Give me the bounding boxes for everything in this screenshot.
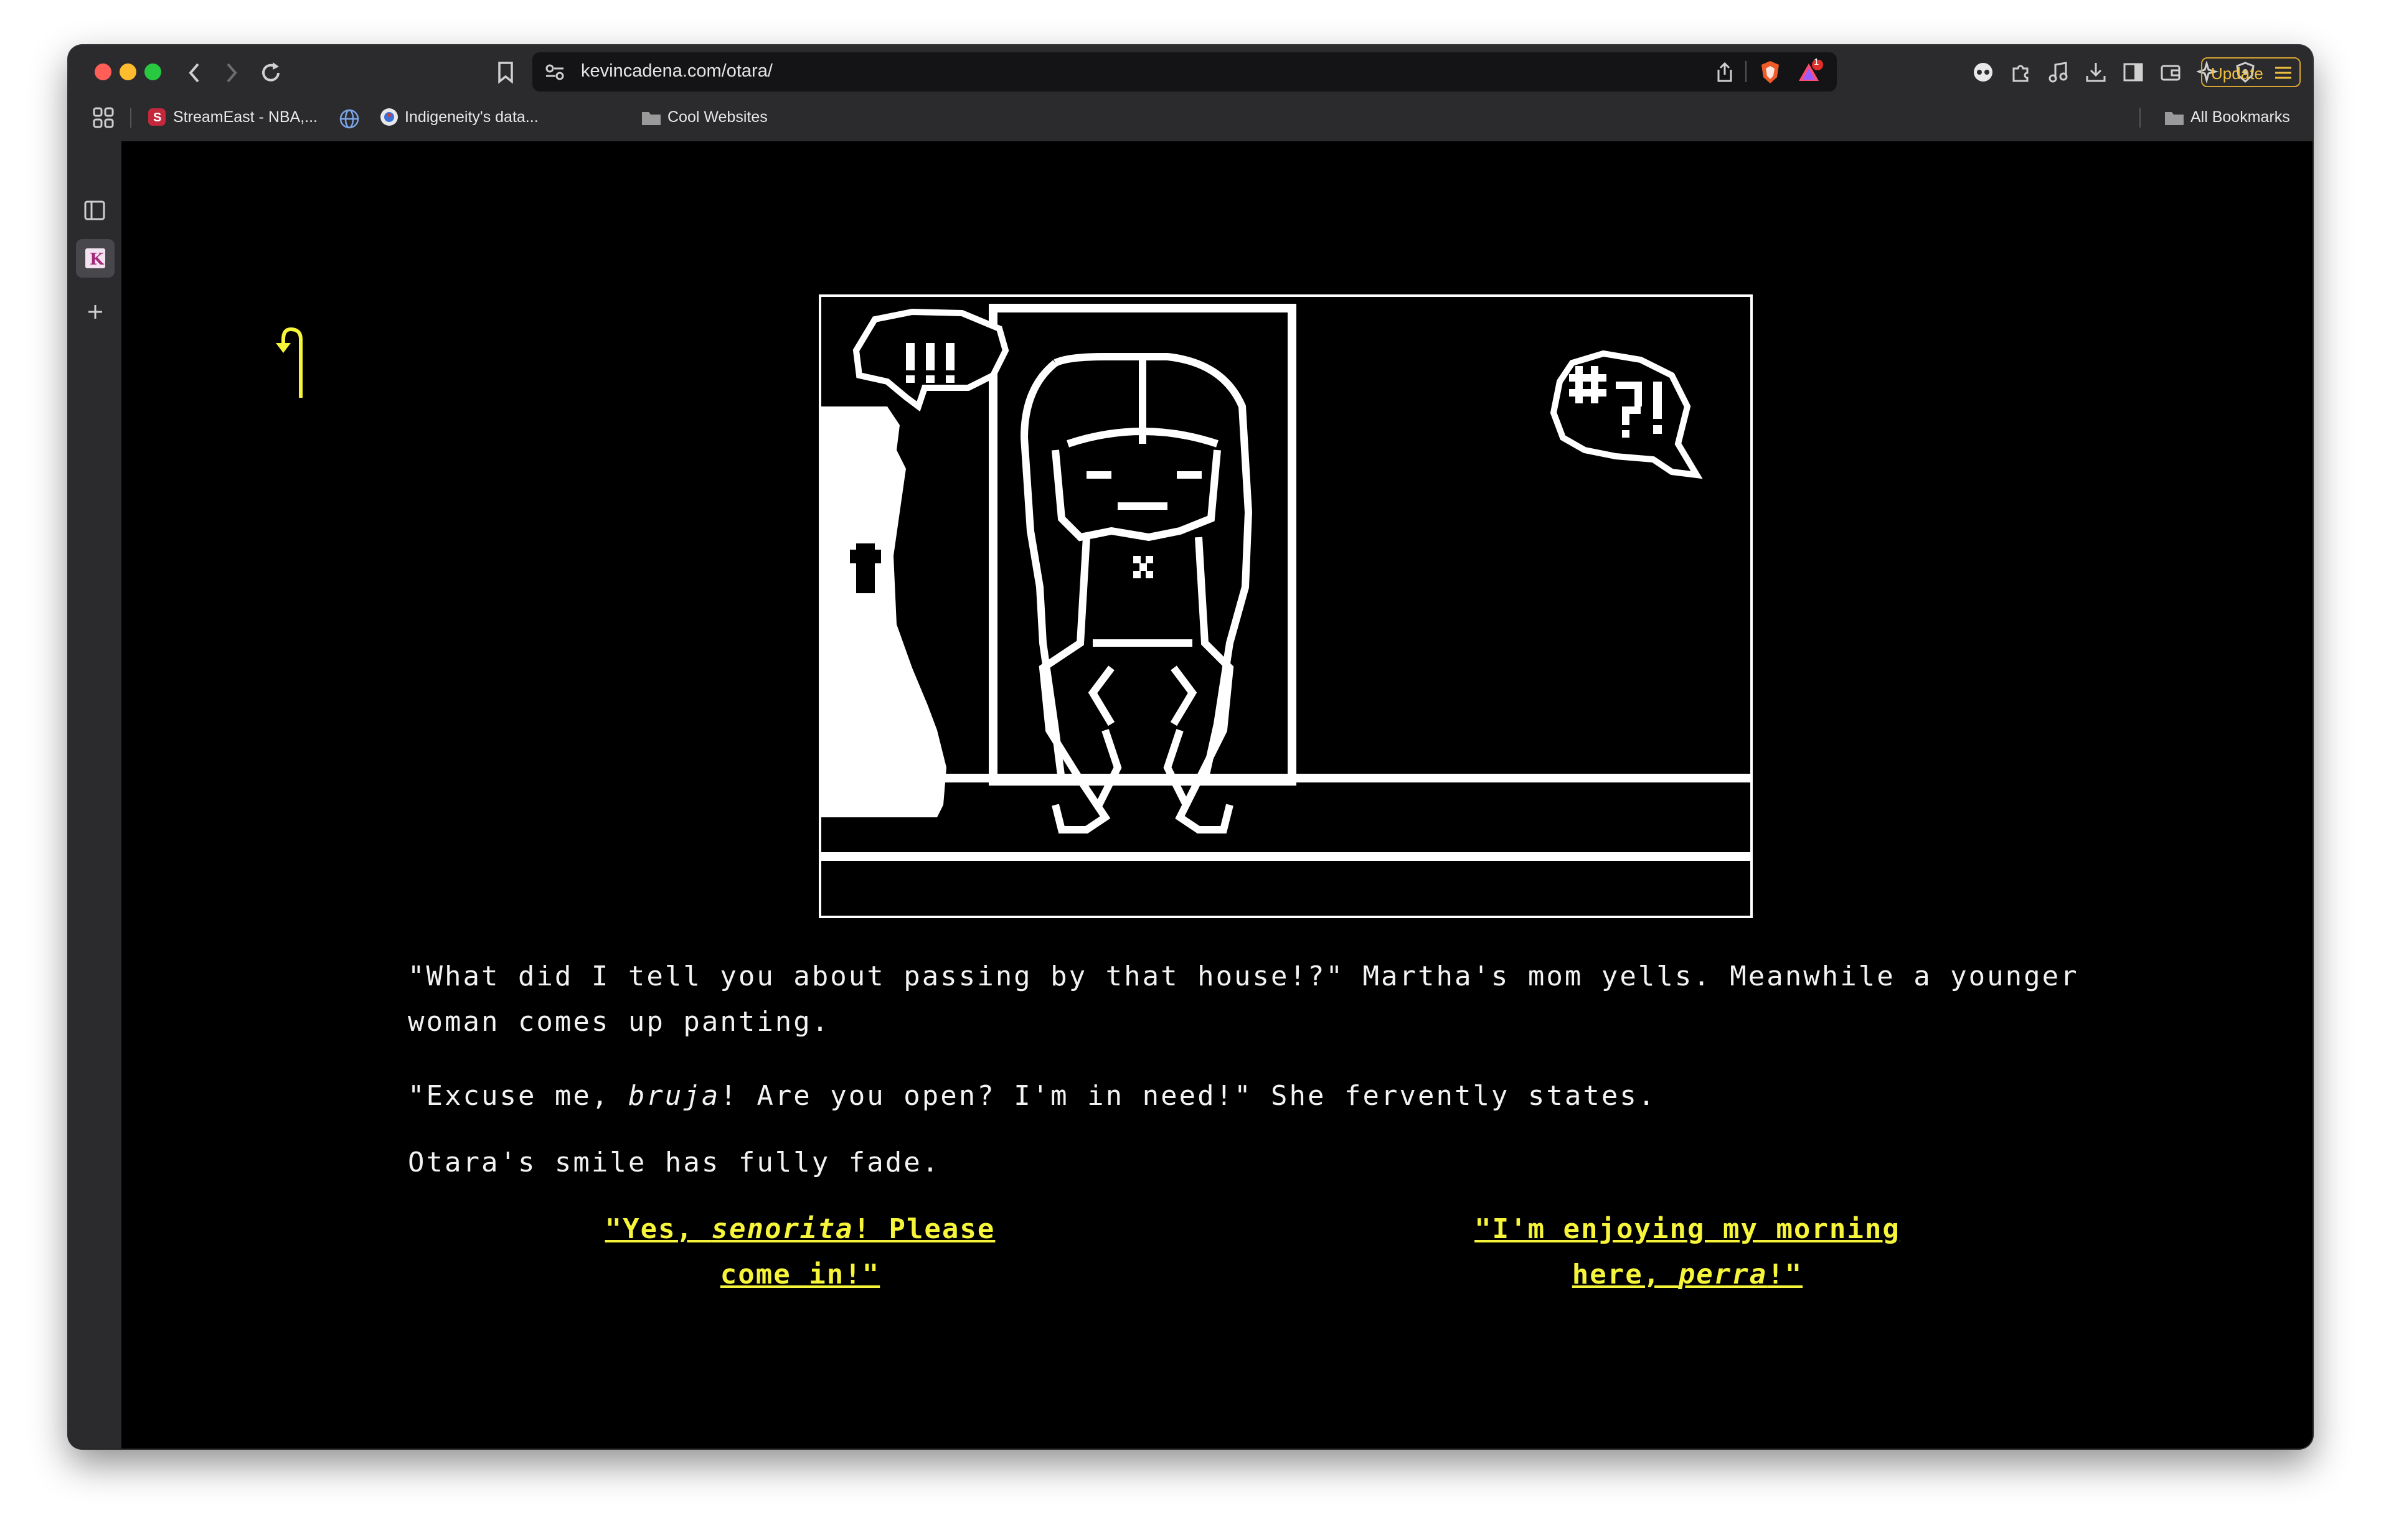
paragraph-emphasis: bruja	[628, 1080, 720, 1112]
story-paragraph-1: "What did I tell you about passing by th…	[408, 960, 2079, 1038]
choice-link-refuse[interactable]: "I'm enjoying my morning here, perra!"	[1469, 1206, 1905, 1297]
divider	[2139, 108, 2141, 128]
folder-icon	[2165, 112, 2184, 125]
notification-badge: 1	[1814, 57, 1819, 67]
url-text[interactable]: kevincadena.com/otara/	[581, 61, 773, 82]
browser-toolbar: kevincadena.com/otara/ 1 Update S Stream…	[68, 45, 2313, 141]
back-arrow-icon[interactable]	[265, 322, 314, 409]
streameast-icon: S	[148, 108, 166, 126]
address-bar[interactable]: kevincadena.com/otara/ 1	[532, 52, 1837, 92]
reload-icon[interactable]	[258, 60, 283, 85]
share-icon[interactable]	[1715, 61, 1734, 83]
brave-shield-icon[interactable]	[1759, 60, 1781, 85]
choice-link-welcome[interactable]: "Yes, senorita! Please come in!"	[570, 1206, 1030, 1297]
svg-text:K: K	[90, 250, 105, 268]
indigeneity-icon	[380, 108, 398, 126]
choice-emphasis[interactable]: senorita	[712, 1213, 854, 1245]
paragraph-text: "Excuse me,	[408, 1080, 628, 1112]
divider	[1745, 61, 1747, 82]
story-paragraph-3: Otara's smile has fully fade.	[408, 1147, 941, 1178]
site-settings-icon[interactable]	[545, 63, 566, 82]
menu-icon	[2275, 67, 2291, 79]
minimize-window-button[interactable]	[120, 63, 136, 80]
forward-arrow-icon[interactable]	[223, 62, 240, 84]
close-window-button[interactable]	[95, 63, 111, 80]
folder-icon	[642, 112, 661, 125]
choice-text[interactable]: !"	[1767, 1259, 1803, 1290]
vertical-tab-sidebar: K	[68, 141, 121, 1448]
music-icon[interactable]	[2047, 61, 2070, 83]
sidebar-toggle-icon[interactable]	[2122, 61, 2144, 83]
update-button[interactable]: Update	[2201, 57, 2301, 87]
sidebar-panel-icon[interactable]	[83, 199, 106, 222]
active-tab-item[interactable]: K	[76, 239, 115, 278]
browser-window: kevincadena.com/otara/ 1 Update S Stream…	[68, 45, 2313, 1448]
wallet-icon[interactable]	[2159, 61, 2182, 83]
paragraph-text: ! Are you open? I'm in need!" She ferven…	[720, 1080, 1657, 1112]
leo-ai-icon[interactable]	[1972, 61, 1994, 83]
globe-icon[interactable]	[338, 108, 361, 130]
choice-text[interactable]: "Yes,	[605, 1213, 712, 1245]
svg-text:S: S	[153, 111, 161, 124]
divider	[130, 108, 131, 128]
story-illustration: #?! !!!	[819, 294, 1753, 918]
download-icon[interactable]	[2085, 61, 2107, 83]
extensions-icon[interactable]	[2010, 61, 2032, 83]
story-paragraph-2: "Excuse me, bruja! Are you open? I'm in …	[408, 1073, 2164, 1119]
new-tab-plus-icon[interactable]	[85, 301, 106, 322]
zoom-window-button[interactable]	[144, 63, 161, 80]
site-favicon-icon: K	[85, 248, 105, 268]
page-content: #?! !!! "What did I tell you about passi…	[121, 141, 2313, 1448]
bookmark-icon[interactable]	[496, 60, 517, 85]
choice-emphasis[interactable]: perra	[1679, 1259, 1767, 1290]
back-arrow-icon[interactable]	[186, 62, 203, 84]
tab-grid-icon[interactable]	[92, 106, 115, 129]
brave-rewards-icon[interactable]	[1796, 60, 1824, 85]
